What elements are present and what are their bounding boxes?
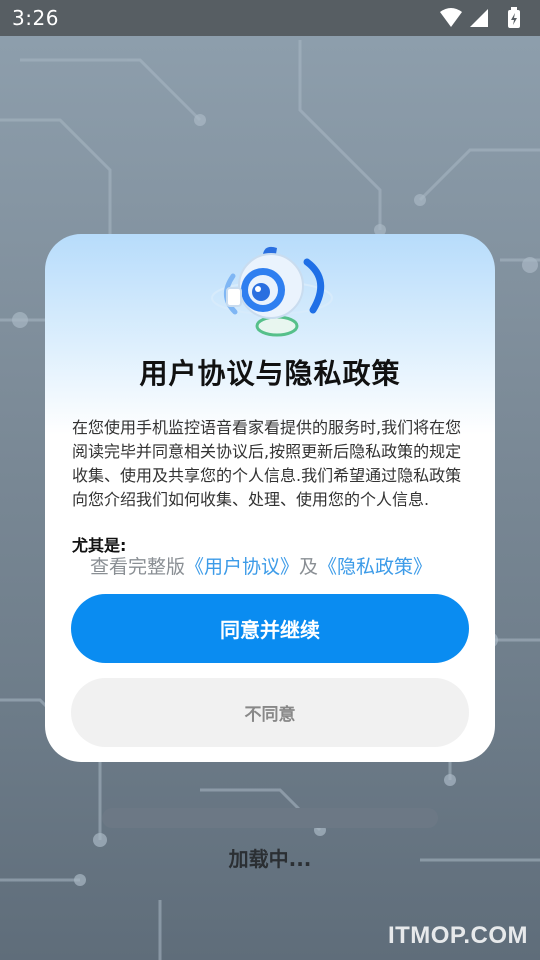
disagree-button[interactable]: 不同意 — [71, 678, 469, 747]
signal-icon — [470, 9, 488, 27]
loading-progress-bar — [102, 808, 438, 828]
battery-icon — [508, 7, 520, 28]
camera-illustration-icon — [205, 240, 339, 340]
wifi-icon — [440, 8, 462, 27]
links-prefix: 查看完整版 — [90, 556, 186, 578]
status-time: 3:26 — [12, 6, 59, 30]
dialog-body-text: 在您使用手机监控语音看家看提供的服务时,我们将在您阅读完毕并同意相关协议后,按照… — [72, 418, 462, 509]
status-bar: 3:26 — [0, 0, 540, 36]
links-joiner: 及 — [299, 556, 319, 578]
privacy-policy-link[interactable]: 《隐私政策》 — [318, 556, 432, 578]
loading-text: 加载中... — [228, 847, 312, 871]
status-icons — [438, 7, 528, 29]
agree-continue-button[interactable]: 同意并继续 — [71, 594, 469, 663]
watermark: ITMOP.COM — [387, 922, 528, 949]
user-agreement-link[interactable]: 《用户协议》 — [185, 556, 299, 578]
privacy-dialog: 用户协议与隐私政策 在您使用手机监控语音看家看提供的服务时,我们将在您阅读完毕并… — [45, 234, 495, 762]
agreement-links-line: 查看完整版《用户协议》及《隐私政策》 — [90, 552, 470, 579]
dialog-title: 用户协议与隐私政策 — [139, 357, 401, 390]
